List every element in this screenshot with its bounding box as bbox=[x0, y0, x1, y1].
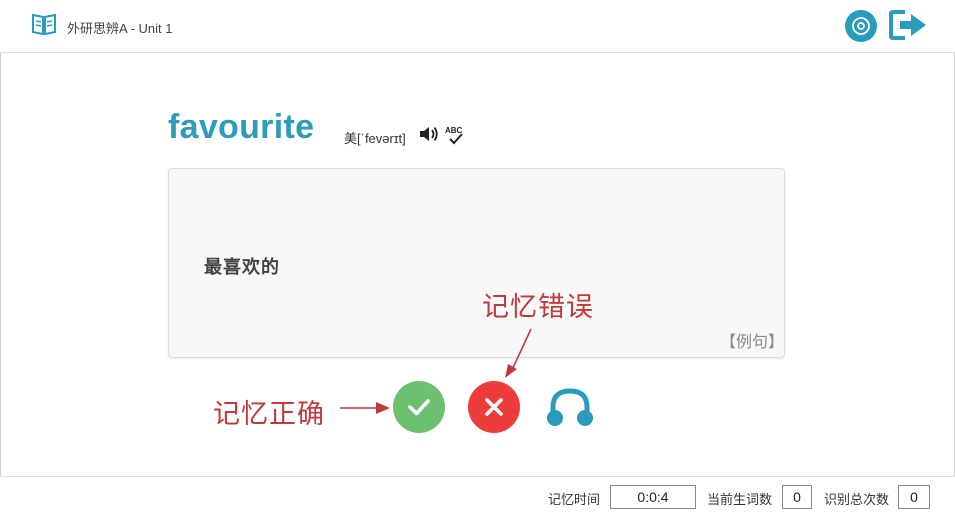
header-bar: 外研思辨A - Unit 1 bbox=[0, 0, 955, 53]
check-icon bbox=[408, 399, 430, 416]
meaning-card: 最喜欢的 【例句】 bbox=[168, 168, 785, 358]
memory-time-label: 记忆时间 bbox=[548, 492, 601, 507]
vocabulary-word: favourite bbox=[168, 108, 315, 146]
memory-wrong-button[interactable] bbox=[468, 381, 520, 433]
current-new-words-value: 0 bbox=[782, 485, 812, 509]
arrow-icon bbox=[505, 328, 532, 378]
total-recognized-value: 0 bbox=[898, 485, 930, 509]
headphones-icon[interactable] bbox=[545, 385, 595, 429]
svg-text:ABC: ABC bbox=[445, 126, 463, 135]
annotation-memory-wrong: 记忆错误 bbox=[482, 292, 594, 322]
total-recognized-label: 识别总次数 bbox=[824, 492, 890, 507]
annotation-memory-correct: 记忆正确 bbox=[213, 399, 325, 429]
arrow-icon bbox=[340, 402, 390, 414]
record-button[interactable] bbox=[845, 10, 877, 42]
disc-icon bbox=[852, 17, 870, 35]
memory-time-value: 0:0:4 bbox=[610, 485, 696, 509]
example-sentence-link[interactable]: 【例句】 bbox=[720, 328, 784, 352]
word-meaning: 最喜欢的 bbox=[204, 257, 280, 277]
exit-icon[interactable] bbox=[889, 9, 929, 41]
book-icon bbox=[32, 13, 56, 36]
memory-correct-button[interactable] bbox=[393, 381, 445, 433]
cross-icon bbox=[485, 398, 503, 416]
status-bar: 记忆时间 0:0:4 当前生词数 0 识别总次数 0 bbox=[0, 476, 955, 519]
spell-check-icon[interactable]: ABC bbox=[444, 124, 466, 146]
speaker-icon[interactable] bbox=[418, 124, 440, 144]
phonetic-transcription: 美[ˈfevərɪt] bbox=[344, 131, 406, 146]
app-title: 外研思辨A - Unit 1 bbox=[67, 21, 173, 36]
current-new-words-label: 当前生词数 bbox=[707, 492, 773, 507]
